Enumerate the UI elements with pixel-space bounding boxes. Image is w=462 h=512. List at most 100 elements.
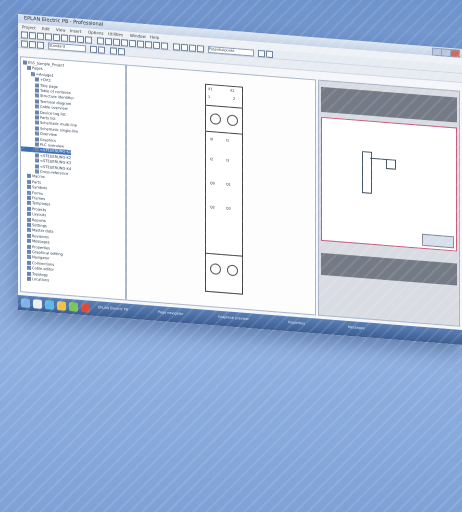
terminal-label: 2 <box>233 96 236 102</box>
connector-circle <box>210 263 221 275</box>
tree-item-label: Macros <box>32 174 45 180</box>
grid-icon[interactable] <box>121 39 128 47</box>
page-prev-icon[interactable] <box>90 45 97 54</box>
page-next-icon[interactable] <box>98 46 105 54</box>
preview-header-bar <box>321 86 457 123</box>
app-icon[interactable] <box>69 302 78 312</box>
page-icon <box>27 244 31 249</box>
page-icon <box>35 126 39 131</box>
check-icon[interactable] <box>118 47 125 56</box>
page-icon <box>27 195 31 201</box>
eplan-icon[interactable] <box>81 302 90 313</box>
tree-item-label: Projects <box>32 206 47 213</box>
page-icon <box>35 153 39 158</box>
connector-circle <box>210 113 221 125</box>
io-label: Q3 <box>226 206 231 211</box>
tree-item-label: Parts list <box>40 115 56 121</box>
start-button[interactable] <box>21 298 30 308</box>
terminal-icon[interactable] <box>189 44 196 53</box>
layer-combo[interactable]: Standard <box>48 42 86 53</box>
page-icon <box>35 93 39 99</box>
rotate-icon[interactable] <box>37 41 44 50</box>
tree-item-label: =Anlage1 <box>36 72 54 78</box>
terminal-label: X2 <box>230 88 235 94</box>
tree-item-label: Messages <box>32 239 50 245</box>
open-icon[interactable] <box>29 31 36 40</box>
tree-item-label: Title page <box>40 83 58 89</box>
folder-icon[interactable] <box>57 301 66 311</box>
move-icon[interactable] <box>29 40 36 49</box>
symbol-icon[interactable] <box>173 43 180 51</box>
browser-icon[interactable] <box>45 300 54 310</box>
tree-item-label: Layouts <box>32 212 47 218</box>
tree-item-label: +Ort1 <box>40 77 52 83</box>
line-icon[interactable] <box>137 40 144 48</box>
page-icon <box>27 201 31 206</box>
tree-item-label: Parts <box>32 179 41 185</box>
zoom-window-icon[interactable] <box>113 38 120 47</box>
menu-edit[interactable]: Edit <box>42 26 50 32</box>
page-icon <box>23 60 27 65</box>
page-icon <box>27 222 31 228</box>
tree-item-label: Forms <box>32 190 43 196</box>
circle-tool-icon[interactable] <box>153 41 160 50</box>
new-icon[interactable] <box>21 31 28 39</box>
tree-item-label: Pages <box>32 66 43 72</box>
page-icon <box>35 158 39 163</box>
tree-item-label: Locations <box>32 277 50 283</box>
taskbar-item[interactable]: Graphical preview <box>218 315 249 324</box>
tree-item-label: Reports <box>32 217 46 223</box>
report-icon[interactable] <box>110 47 117 55</box>
print-icon[interactable] <box>45 33 52 41</box>
page-icon <box>27 233 31 238</box>
page-icon <box>27 249 31 255</box>
tree-item-label: Frames <box>32 196 46 202</box>
page-icon <box>27 184 31 190</box>
tree-item-label: Topology <box>32 271 48 277</box>
io-label: I3 <box>226 158 230 163</box>
page-icon <box>35 109 39 115</box>
copy-icon[interactable] <box>61 34 68 42</box>
taskbar-item[interactable]: Page navigator <box>158 310 184 319</box>
tree-item-label: Settings <box>32 223 47 229</box>
page-icon <box>27 206 31 211</box>
menu-insert[interactable]: Insert <box>70 28 81 34</box>
text-tool-icon[interactable] <box>161 42 168 50</box>
taskbar-item[interactable]: Properties <box>288 320 305 328</box>
taskbar-item[interactable]: EPLAN Electric P8 <box>98 305 128 314</box>
zoom-in-icon[interactable] <box>97 37 104 45</box>
page-icon <box>35 142 39 147</box>
graphical-preview-pane <box>318 79 460 327</box>
paste-icon[interactable] <box>69 35 76 43</box>
zoom-out-icon[interactable] <box>105 37 112 46</box>
cable-icon[interactable] <box>197 45 204 53</box>
connection-icon[interactable] <box>181 43 188 52</box>
select-icon[interactable] <box>21 40 28 48</box>
page-icon <box>27 265 31 271</box>
save-icon[interactable] <box>37 32 44 41</box>
page-icon <box>27 255 31 260</box>
rectangle-icon[interactable] <box>145 40 152 49</box>
tree-item[interactable]: Locations <box>21 276 49 283</box>
connector-circle <box>227 114 238 127</box>
explorer-icon[interactable] <box>33 299 42 309</box>
device-symbol[interactable]: X1 X2 1 2 I0 I1 I2 I3 Q0 Q1 Q2 Q3 <box>205 83 243 295</box>
cut-icon[interactable] <box>53 33 60 42</box>
taskbar-item[interactable]: Messages <box>348 325 365 333</box>
undo-icon[interactable] <box>77 35 84 44</box>
preview-footer-bar <box>321 252 457 286</box>
menu-help[interactable]: Help <box>150 34 159 40</box>
preview-sheet[interactable] <box>321 116 457 252</box>
io-label: Q1 <box>226 182 231 187</box>
redo-icon[interactable] <box>85 36 92 44</box>
drawing-canvas[interactable]: X1 X2 1 2 I0 I1 I2 I3 Q0 Q1 Q2 Q3 <box>126 64 316 316</box>
snap-icon[interactable] <box>129 39 136 48</box>
page-icon <box>27 260 31 265</box>
navigator-icon[interactable] <box>266 50 273 59</box>
menu-view[interactable]: View <box>56 27 66 33</box>
page-icon <box>27 66 31 71</box>
io-label: Q2 <box>210 205 215 210</box>
menu-project[interactable]: Project <box>22 24 36 30</box>
connector-circle <box>227 264 238 277</box>
properties-icon[interactable] <box>258 49 265 58</box>
